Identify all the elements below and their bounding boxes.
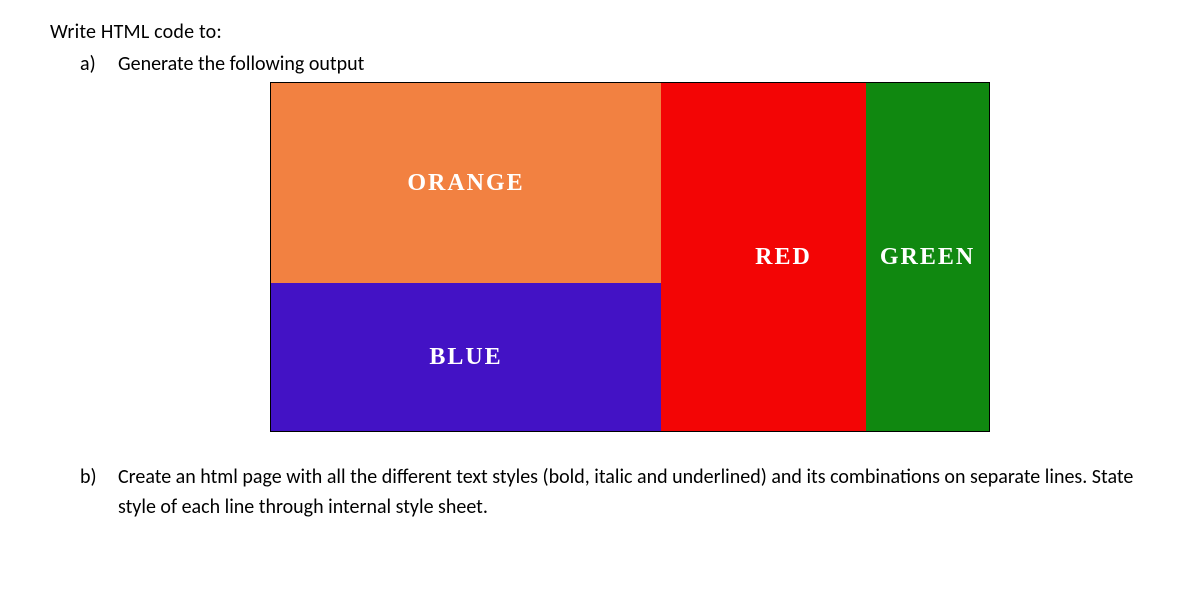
red-label: RED [755, 244, 812, 271]
blue-cell: BLUE [271, 283, 661, 431]
sub-letter-b: b) [80, 462, 118, 522]
output-container: ORANGE BLUE RED GREEN [270, 82, 990, 432]
orange-label: ORANGE [407, 170, 524, 197]
sub-letter-a: a) [80, 52, 118, 76]
sub-text-b: Create an html page with all the differe… [118, 462, 1150, 522]
green-cell: GREEN [866, 83, 989, 431]
left-column: ORANGE BLUE [271, 83, 661, 431]
green-label: GREEN [880, 244, 975, 271]
sub-text-a: Generate the following output [118, 52, 1150, 76]
blue-label: BLUE [429, 344, 502, 371]
sub-item-b: b) Create an html page with all the diff… [80, 462, 1150, 522]
color-grid: ORANGE BLUE RED GREEN [270, 82, 990, 432]
sub-item-a: a) Generate the following output [80, 52, 1150, 76]
orange-cell: ORANGE [271, 83, 661, 283]
red-cell: RED [661, 83, 866, 431]
question-intro: Write HTML code to: [50, 20, 1150, 44]
